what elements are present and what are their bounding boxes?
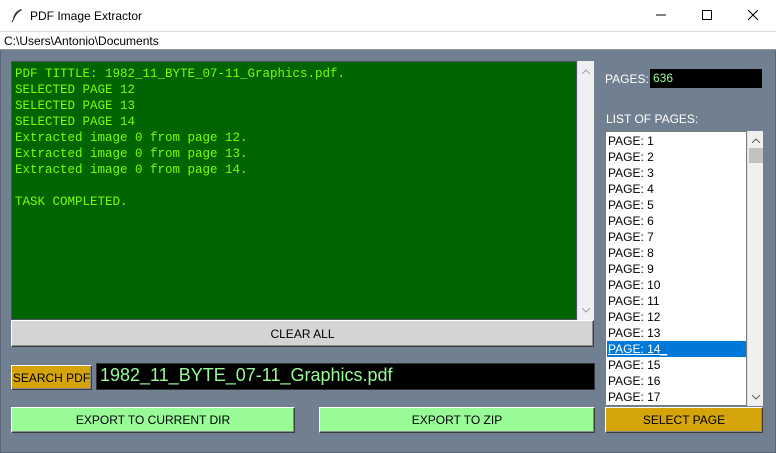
page-list-item[interactable]: PAGE: 3: [607, 165, 746, 181]
page-list-item[interactable]: PAGE: 12: [607, 309, 746, 325]
minimize-icon: [656, 9, 666, 23]
select-page-button[interactable]: SELECT PAGE: [605, 407, 763, 433]
page-list-scrollbar[interactable]: [747, 131, 763, 406]
page-list-item[interactable]: PAGE: 4: [607, 181, 746, 197]
export-current-dir-button[interactable]: EXPORT TO CURRENT DIR: [11, 407, 295, 433]
log-line: SELECTED PAGE 13: [15, 99, 136, 113]
page-list-item[interactable]: PAGE: 11: [607, 293, 746, 309]
close-button[interactable]: [730, 0, 776, 31]
scroll-up-arrow-icon[interactable]: [748, 132, 764, 148]
feather-icon: [10, 8, 24, 23]
pages-label: PAGES:: [605, 72, 649, 86]
page-list-item[interactable]: PAGE: 2: [607, 149, 746, 165]
page-list-scroll-thumb[interactable]: [749, 148, 763, 163]
close-icon: [747, 9, 759, 23]
export-zip-button[interactable]: EXPORT TO ZIP: [319, 407, 595, 433]
scroll-up-arrow-icon[interactable]: [578, 63, 594, 79]
log-line: SELECTED PAGE 12: [15, 83, 136, 97]
maximize-button[interactable]: [684, 0, 730, 31]
page-list-item[interactable]: PAGE: 17: [607, 389, 746, 405]
log-output[interactable]: PDF TITTLE: 1982_11_BYTE_07-11_Graphics.…: [11, 61, 577, 320]
page-list-label: LIST OF PAGES:: [606, 112, 699, 126]
page-list-item[interactable]: PAGE: 9: [607, 261, 746, 277]
current-path: C:\Users\Antonio\Documents: [4, 34, 159, 48]
log-line: Extracted image 0 from page 13.: [15, 147, 248, 161]
log-line: SELECTED PAGE 14: [15, 115, 136, 129]
pages-count-field: 636: [650, 69, 762, 88]
page-list-item[interactable]: PAGE: 8: [607, 245, 746, 261]
scroll-down-arrow-icon[interactable]: [578, 302, 594, 318]
page-list-item[interactable]: PAGE: 7: [607, 229, 746, 245]
pages-count: 636: [653, 71, 674, 85]
page-list-item[interactable]: PAGE: 5: [607, 197, 746, 213]
page-list-item[interactable]: PAGE: 6: [607, 213, 746, 229]
log-line: Extracted image 0 from page 14.: [15, 163, 248, 177]
log-lines: PDF TITTLE: 1982_11_BYTE_07-11_Graphics.…: [15, 66, 345, 210]
search-pdf-button[interactable]: SEARCH PDF: [11, 365, 92, 390]
main-content: PDF TITTLE: 1982_11_BYTE_07-11_Graphics.…: [0, 50, 776, 453]
page-list-item[interactable]: PAGE: 10: [607, 277, 746, 293]
log-scrollbar[interactable]: [577, 61, 594, 320]
log-line: PDF TITTLE: 1982_11_BYTE_07-11_Graphics.…: [15, 67, 346, 81]
clear-all-button[interactable]: CLEAR ALL: [11, 320, 594, 347]
page-list-item[interactable]: PAGE: 14_: [607, 341, 746, 357]
log-line: Extracted image 0 from page 12.: [15, 131, 248, 145]
page-list-item[interactable]: PAGE: 16: [607, 373, 746, 389]
maximize-icon: [702, 9, 712, 23]
scroll-down-arrow-icon[interactable]: [748, 389, 764, 405]
minimize-button[interactable]: [638, 0, 684, 31]
page-list-item[interactable]: PAGE: 1: [607, 133, 746, 149]
log-line: TASK COMPLETED.: [15, 195, 128, 209]
page-list-item[interactable]: PAGE: 15: [607, 357, 746, 373]
title-bar[interactable]: PDF Image Extractor: [0, 0, 776, 31]
window-title: PDF Image Extractor: [30, 9, 143, 23]
page-list-item[interactable]: PAGE: 13: [607, 325, 746, 341]
pdf-filename-field[interactable]: 1982_11_BYTE_07-11_Graphics.pdf: [96, 363, 595, 390]
page-listbox[interactable]: PAGE: 1 PAGE: 2 PAGE: 3 PAGE: 4 PAGE: 5 PAGE:…: [605, 131, 747, 406]
path-bar: C:\Users\Antonio\Documents: [0, 31, 776, 50]
pdf-filename: 1982_11_BYTE_07-11_Graphics.pdf: [100, 365, 393, 385]
